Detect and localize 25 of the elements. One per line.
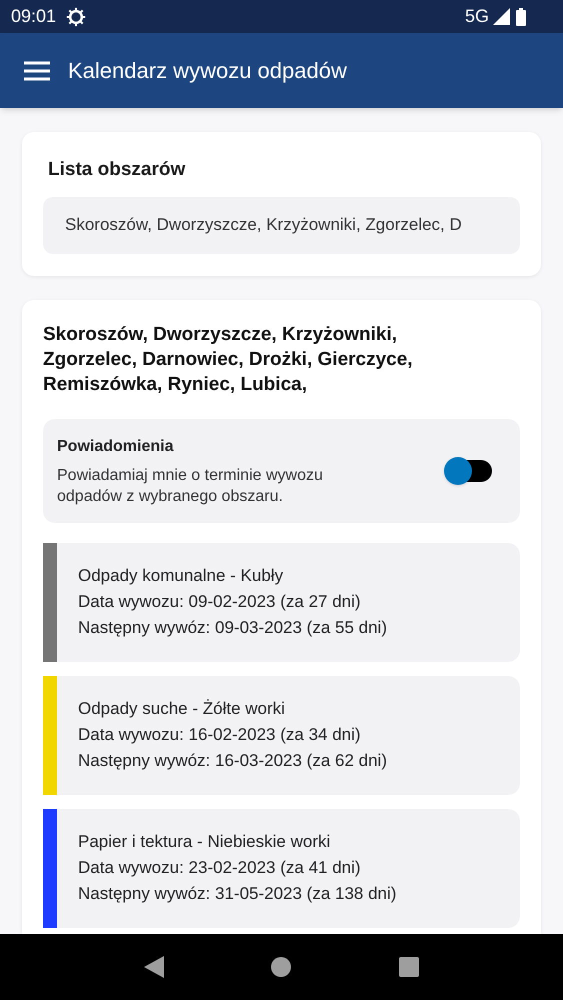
status-time: 09:01 <box>11 5 56 28</box>
network-label: 5G <box>464 5 489 28</box>
waste-type: Papier i tektura - Niebieskie worki <box>78 831 332 853</box>
waste-type: Odpady suche - Żółte worki <box>78 698 286 720</box>
next-pickup-date: Następny wywóz: 31-05-2023 (za 138 dni) <box>78 883 396 905</box>
next-pickup-date: Następny wywóz: 16-03-2023 (za 62 dni) <box>78 750 387 772</box>
areas-title: Lista obszarów <box>47 158 186 182</box>
menu-icon[interactable] <box>24 60 50 80</box>
waste-type: Odpady komunalne - Kubły <box>78 565 284 587</box>
recents-icon[interactable] <box>399 957 420 977</box>
back-icon[interactable] <box>144 956 164 978</box>
next-pickup-date: Następny wywóz: 09-03-2023 (za 55 dni) <box>78 617 387 639</box>
notifications-switch[interactable] <box>446 460 492 482</box>
battery-icon <box>516 8 526 26</box>
gear-icon <box>66 6 86 26</box>
areas-field[interactable]: Skoroszów, Dworzyszcze, Krzyżowniki, Zgorzelec, D <box>43 196 520 254</box>
app-title: Kalendarz wywozu odpadów <box>68 57 347 85</box>
pickup-date: Data wywozu: 09-02-2023 (za 27 dni) <box>78 591 362 613</box>
notifications-description: Powiadamiaj mnie o terminie wywozu odpadów z wybranego obszaru. <box>57 466 324 506</box>
areas-heading: Skoroszów, Dworzyszcze, Krzyżowniki, Zgorzelec, Darnowiec, Drożki, Gierczyce, Remiszówka, Ryniec, Lubica, <box>43 322 414 396</box>
signal-icon <box>493 8 510 25</box>
notifications-title: Powiadomienia <box>57 436 175 456</box>
pickup-date: Data wywozu: 23-02-2023 (za 41 dni) <box>78 857 362 879</box>
pickup-date: Data wywozu: 16-02-2023 (za 34 dni) <box>78 724 362 746</box>
home-icon[interactable] <box>271 957 292 977</box>
